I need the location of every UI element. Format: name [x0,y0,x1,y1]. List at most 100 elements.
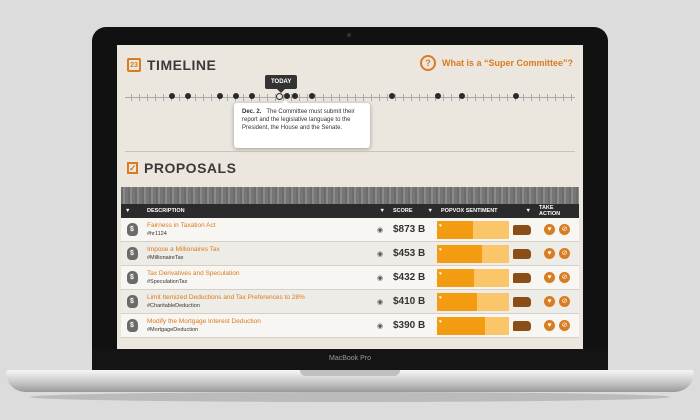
chevron-down-icon: ▼ [525,208,531,214]
row-description: Fairness in Taxation Act #hr1124 [143,218,371,242]
sentiment-cell: ♥ [437,265,535,290]
money-bag-icon: $ [126,295,138,308]
support-button[interactable]: ♥ [544,272,555,283]
take-action-cell: ♥ ⊘ [535,241,579,266]
view-button[interactable]: ◉ [371,218,389,242]
timeline-event[interactable] [185,93,191,99]
sentiment-bar: ♥ [437,316,509,335]
row-icon-cell: $ [121,265,143,290]
proposal-tag: #MillionaireTax [147,255,184,261]
sentiment-wrap: ♥ [437,292,535,311]
chevron-down-icon: ▼ [427,208,433,214]
timeline-header: 23 TIMELINE [127,57,216,73]
table-row: $ Limit Itemized Deductions and Tax Pref… [121,289,579,314]
proposal-link[interactable]: Tax Derivatives and Speculation [147,270,371,277]
oppose-button[interactable]: ⊘ [559,248,570,259]
support-button[interactable]: ♥ [544,224,555,235]
support-button[interactable]: ♥ [544,320,555,331]
header-score-label: SCORE [393,208,413,214]
timeline-tick [499,94,500,101]
support-button[interactable]: ♥ [544,296,555,307]
timeline-tick [379,94,380,101]
sentiment-support-fill [437,244,482,263]
row-icon-cell: $ [121,313,143,338]
heart-icon: ♥ [439,294,442,301]
timeline-event[interactable] [513,93,519,99]
proposal-link[interactable]: Modify the Mortgage Interest Deduction [147,318,371,325]
timeline-event[interactable] [389,93,395,99]
proposal-link[interactable]: Limit Itemized Deductions and Tax Prefer… [147,294,371,301]
sentiment-support-fill [437,292,477,311]
timeline-tick [259,94,260,101]
oppose-button[interactable]: ⊘ [559,296,570,307]
timeline-tick [547,94,548,101]
timeline-event[interactable] [459,93,465,99]
timeline-tick [211,94,212,101]
model-label: MacBook Pro [328,355,372,362]
header-description-label: DESCRIPTION [147,208,185,214]
timeline-tick [507,94,508,101]
take-action-cell: ♥ ⊘ [535,313,579,338]
header-sort-toggle[interactable]: ▼ [121,204,143,218]
timeline-event[interactable] [249,93,255,99]
heart-icon: ♥ [439,270,442,277]
money-bag-icon: $ [126,223,138,236]
table-row: $ Fairness in Taxation Act #hr1124 ◉ $87… [121,218,579,242]
row-description: Limit Itemized Deductions and Tax Prefer… [143,289,371,314]
oppose-button[interactable]: ⊘ [559,320,570,331]
view-button[interactable]: ◉ [371,313,389,338]
laptop-notch [300,370,400,376]
money-bag-icon: $ [126,271,138,284]
timeline-tick [483,94,484,101]
timeline-event[interactable] [217,93,223,99]
proposal-score: $390 B [389,313,437,338]
header-sentiment[interactable]: POPVOX SENTIMENT ▼ [437,204,535,218]
us-map-icon[interactable] [513,296,531,307]
proposal-link[interactable]: Impose a Millionaires Tax [147,246,371,253]
sentiment-wrap: ♥ [437,244,535,263]
oppose-button[interactable]: ⊘ [559,224,570,235]
timeline-event[interactable] [233,93,239,99]
header-action: TAKE ACTION [535,204,579,218]
header-score[interactable]: SCORE ▼ [389,204,437,218]
table-row: $ Impose a Millionaires Tax #Millionaire… [121,241,579,266]
chevron-down-icon: ▼ [125,208,131,214]
view-button[interactable]: ◉ [371,289,389,314]
header-action-label: TAKE ACTION [539,205,561,217]
decorative-banner [121,187,579,204]
super-committee-link[interactable]: ? What is a “Super Committee”? [419,55,573,71]
money-bag-icon: $ [126,319,138,332]
us-map-icon[interactable] [513,248,531,259]
timeline-tick [491,94,492,101]
laptop-shadow [30,392,670,402]
timeline-event[interactable] [292,93,298,99]
us-map-icon[interactable] [513,224,531,235]
timeline-event[interactable] [169,93,175,99]
us-map-icon[interactable] [513,320,531,331]
timeline-tick [531,94,532,101]
today-tooltip: TODAY [265,75,298,93]
screen: 23 TIMELINE ? What is a “Super Committee… [117,45,583,349]
timeline-tick [539,94,540,101]
proposal-link[interactable]: Fairness in Taxation Act [147,222,371,229]
timeline-tick [355,94,356,101]
us-map-icon[interactable] [513,272,531,283]
header-description[interactable]: DESCRIPTION ▼ [143,204,389,218]
camera [347,33,351,37]
timeline-event[interactable] [309,93,315,99]
timeline-tick [571,94,572,101]
timeline-tick [563,94,564,101]
view-button[interactable]: ◉ [371,265,389,290]
row-icon-cell: $ [121,241,143,266]
sentiment-bar: ♥ [437,244,509,263]
calendar-icon: 23 [127,58,141,72]
heart-icon: ♥ [439,222,442,229]
timeline-event[interactable] [435,93,441,99]
heart-icon: ♥ [439,318,442,325]
proposal-score: $432 B [389,265,437,290]
oppose-button[interactable]: ⊘ [559,272,570,283]
timeline-tick [155,94,156,101]
support-button[interactable]: ♥ [544,248,555,259]
chevron-down-icon: ▼ [379,208,385,214]
view-button[interactable]: ◉ [371,241,389,266]
